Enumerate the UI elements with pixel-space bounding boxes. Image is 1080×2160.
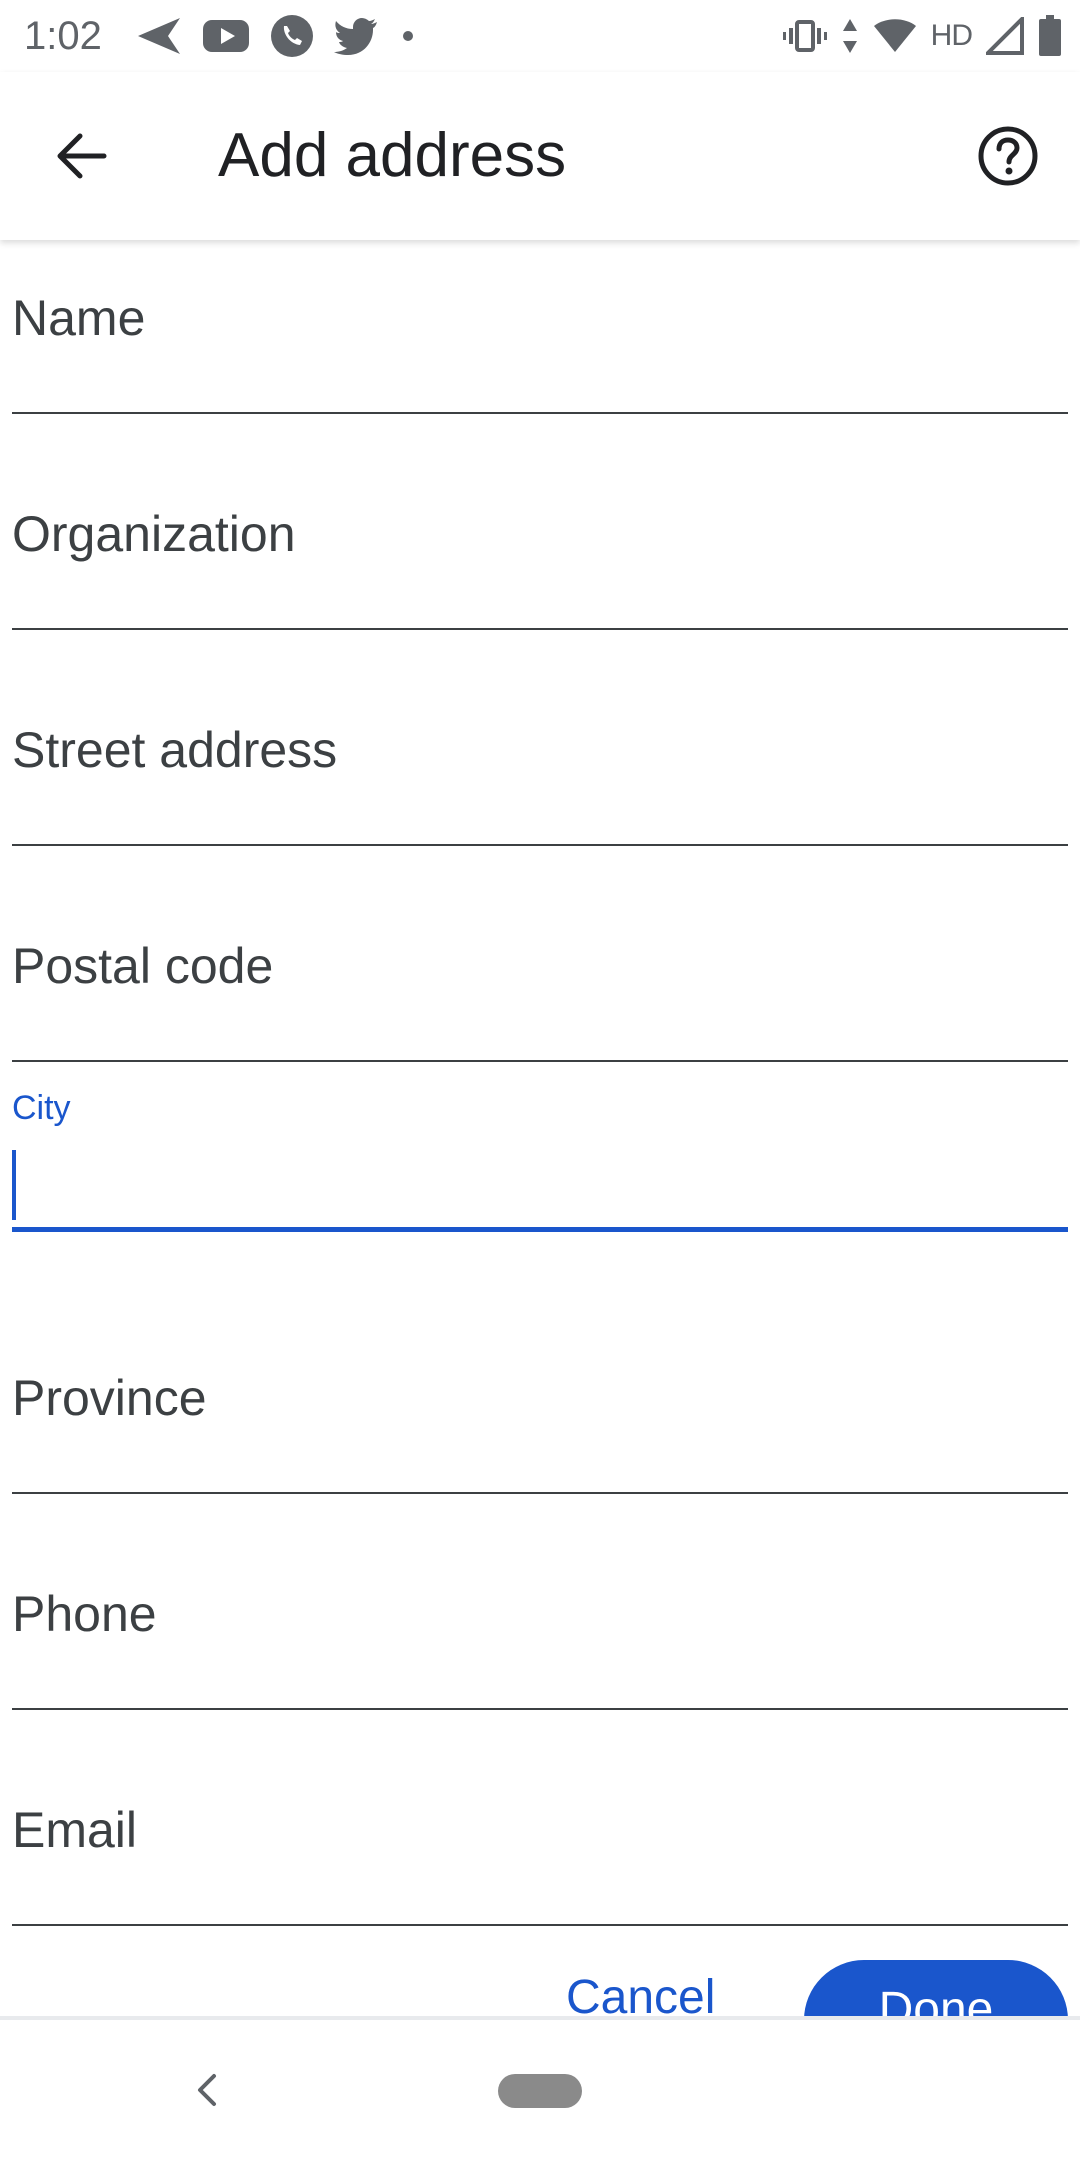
done-button[interactable]: Done	[804, 1960, 1068, 2020]
status-time: 1:02	[24, 14, 102, 58]
vibrate-icon	[782, 20, 827, 52]
street-address-field[interactable]: Street address	[12, 720, 1068, 846]
signal-icon	[986, 17, 1024, 55]
phone-field-label: Phone	[12, 1586, 157, 1642]
system-icons: HD	[782, 12, 1062, 60]
street-address-field-underline	[12, 844, 1068, 846]
data-arrows-icon	[842, 19, 857, 53]
city-field[interactable]: City	[12, 1078, 1068, 1232]
notification-icons	[136, 12, 418, 60]
phone-icon	[271, 15, 313, 57]
city-field-label: City	[12, 1089, 71, 1127]
dot-icon	[403, 31, 413, 41]
name-field[interactable]: Name	[12, 288, 1068, 414]
navigation-bar	[0, 2016, 1080, 2160]
email-field-underline	[12, 1924, 1068, 1926]
send-icon	[138, 18, 180, 54]
province-field-label: Province	[12, 1370, 207, 1426]
organization-field[interactable]: Organization	[12, 504, 1068, 630]
organization-field-label: Organization	[12, 506, 296, 562]
youtube-icon	[203, 20, 249, 52]
help-button[interactable]	[966, 114, 1050, 198]
phone-field[interactable]: Phone	[12, 1584, 1068, 1710]
back-button[interactable]	[40, 114, 124, 198]
help-circle-icon	[978, 126, 1038, 186]
organization-field-underline	[12, 628, 1068, 630]
status-bar: 1:02 HD	[0, 0, 1080, 72]
wifi-icon	[873, 19, 916, 52]
nav-back-icon[interactable]	[186, 2068, 230, 2112]
battery-icon	[1039, 15, 1061, 56]
app-bar: Add address	[0, 72, 1080, 240]
street-address-field-label: Street address	[12, 722, 338, 778]
network-type-label: HD	[930, 19, 973, 52]
name-field-underline	[12, 412, 1068, 414]
province-field[interactable]: Province	[12, 1368, 1068, 1494]
text-cursor	[12, 1150, 16, 1220]
email-field-label: Email	[12, 1802, 138, 1858]
form-actions: Cancel Done	[0, 1950, 1080, 2020]
postal-code-field[interactable]: Postal code	[12, 936, 1068, 1062]
postal-code-field-label: Postal code	[12, 938, 274, 994]
cancel-button[interactable]: Cancel	[566, 1970, 715, 2020]
phone-field-underline	[12, 1708, 1068, 1710]
twitter-icon	[334, 18, 377, 55]
postal-code-field-underline	[12, 1060, 1068, 1062]
email-field[interactable]: Email	[12, 1800, 1068, 1926]
home-pill-icon[interactable]	[498, 2074, 582, 2108]
province-field-underline	[12, 1492, 1068, 1494]
name-field-label: Name	[12, 290, 146, 346]
city-field-underline	[12, 1227, 1068, 1232]
arrow-back-icon	[57, 133, 107, 179]
page-title: Add address	[218, 121, 567, 190]
